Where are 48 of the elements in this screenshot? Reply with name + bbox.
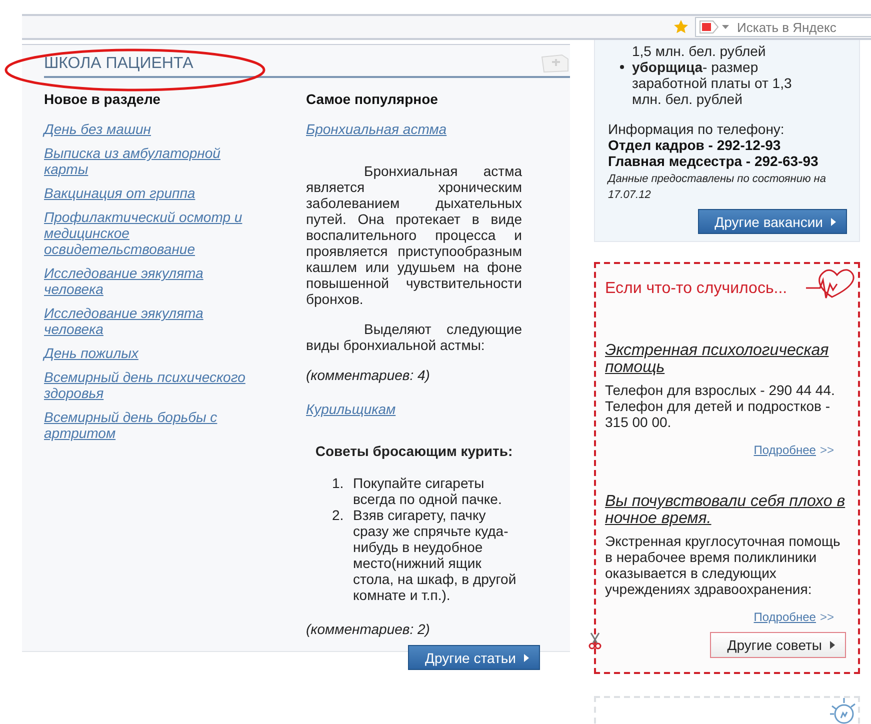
tip-text: Взяв сигарету, пачку сразу же спрячьте куда-нибудь в неудобное место(нижний ящик стола, на шкаф, в другой комнате и т.п.). (353, 507, 518, 603)
section-title: ШКОЛА ПАЦИЕНТА (44, 55, 194, 73)
article-link[interactable]: День пожилых (44, 345, 138, 361)
help-text: Телефон для взрослых - 290 44 44. Телефон для детей и подростков - 315 00 00. (605, 382, 836, 430)
vacancy-text: уборщица- размер заработной платы от 1,3 млн. бел. рублей (632, 59, 793, 107)
more-tips-button[interactable]: Другие советы (710, 632, 846, 658)
caret-icon (831, 218, 836, 226)
tips-heading: Советы бросающим курить: (314, 443, 514, 459)
box-title: Если что-то случилось... (605, 280, 788, 298)
comment-count: (комментариев: 2) (306, 621, 430, 637)
article-excerpt: Выделяют следующие виды бронхиальной астмы: (306, 321, 522, 353)
list-number: 1. (332, 475, 345, 493)
more-vacancies-button[interactable]: Другие вакансии (698, 209, 847, 234)
list-number: 2. (332, 507, 345, 525)
help-text: Экстренная круглосуточная помощь в нерабочее время поликлиники оказывается в следующих учреждениях здравоохранения: (605, 533, 842, 597)
caret-icon (524, 654, 529, 662)
data-date-note: Данные предоставлены по состоянию на 17.07.12 (608, 172, 827, 203)
phone-intro: Информация по телефону: (608, 121, 786, 137)
caret-icon (830, 641, 835, 649)
more-articles-button[interactable]: Другие статьи (408, 645, 540, 670)
article-link[interactable]: Исследование эякулята человека (44, 305, 264, 337)
bullet-icon (620, 65, 624, 69)
article-link[interactable]: Курильщикам (306, 401, 396, 417)
help-link[interactable]: Экстренная психологическая помощь (605, 342, 846, 376)
article-link[interactable]: Исследование эякулята человека (44, 265, 264, 297)
article-link[interactable]: Выписка из амбулаторной карты (44, 145, 264, 177)
article-link[interactable]: Бронхиальная астма (306, 121, 447, 137)
vacancy-text: 1,5 млн. бел. рублей (632, 43, 767, 59)
article-excerpt: Бронхиальная астма является хроническим заболеванием дыхательных путей. Она протекает в виде воспалительного процесса и проявляется приступообразным кашлем или удушьем на фоне повышенной чувствительности бронхов. (306, 163, 522, 307)
phone-number: Отдел кадров - 292-12-93 (608, 137, 782, 153)
column-heading: Самое популярное (306, 91, 439, 107)
phone-number: Главная медсестра - 292-63-93 (608, 153, 820, 169)
article-link[interactable]: День без машин (44, 121, 151, 137)
comment-count: (комментариев: 4) (306, 367, 430, 383)
article-link[interactable]: Профилактический осмотр и медицинское освидетельствование (44, 209, 264, 257)
more-arrows: >> (820, 610, 834, 624)
more-arrows: >> (820, 443, 834, 457)
more-link[interactable]: Подробнее (754, 443, 816, 457)
more-link[interactable]: Подробнее (754, 610, 816, 624)
search-engine-icon[interactable] (699, 20, 731, 34)
bookmark-star-icon[interactable] (673, 19, 689, 35)
article-link[interactable]: Вакцинация от гриппа (44, 185, 196, 201)
article-link[interactable]: Всемирный день психического здоровья (44, 369, 264, 401)
article-link[interactable]: Всемирный день борьбы с артритом (44, 409, 264, 441)
search-field[interactable]: Искать в Яндекс (695, 17, 871, 37)
column-heading: Новое в разделе (44, 91, 162, 107)
tip-text: Покупайте сигареты всегда по одной пачке. (353, 475, 503, 507)
help-link[interactable]: Вы почувствовали себя плохо в ночное время. (605, 493, 846, 527)
